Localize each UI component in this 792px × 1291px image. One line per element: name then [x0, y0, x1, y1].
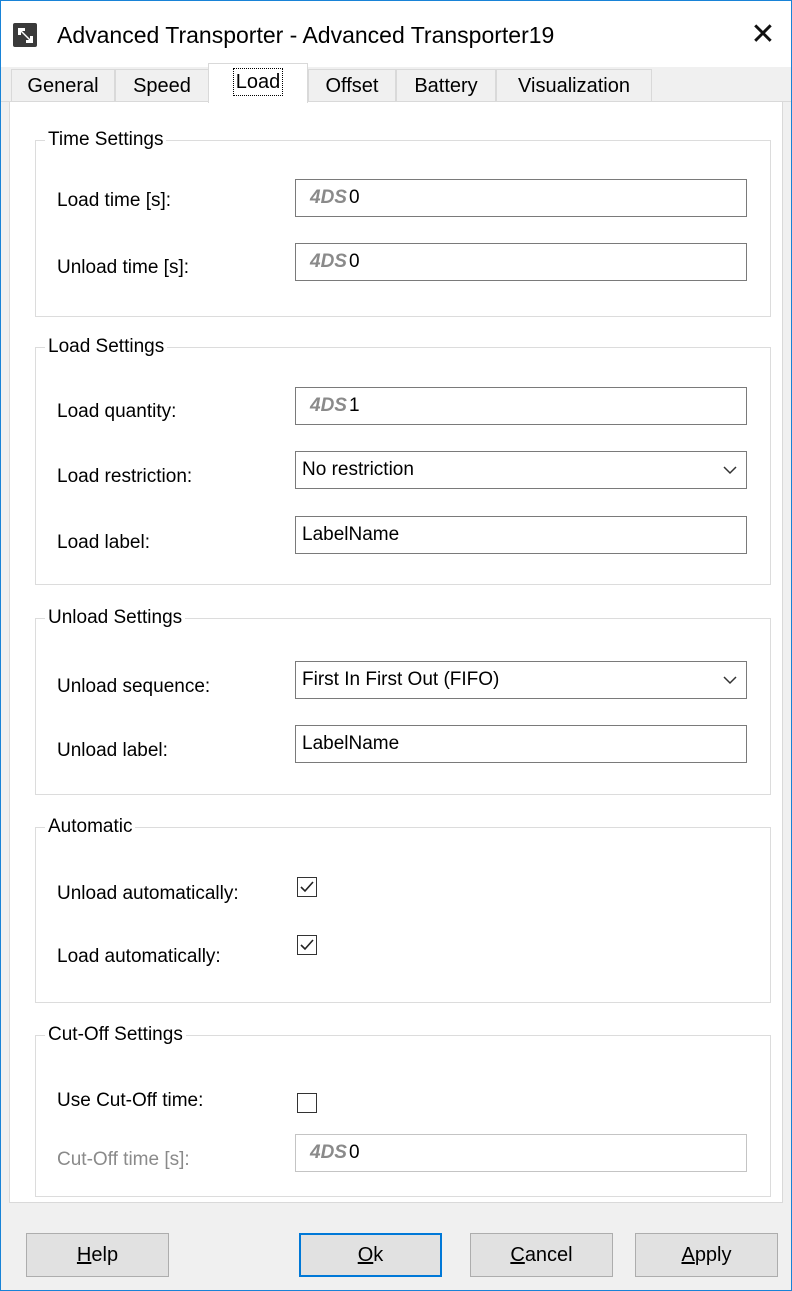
apply-button[interactable]: Apply [635, 1233, 778, 1277]
unload-sequence-select[interactable]: First In First Out (FIFO) [295, 661, 747, 699]
load-automatically-label: Load automatically: [57, 946, 221, 967]
checkmark-icon [300, 939, 314, 951]
time-settings-group [35, 140, 771, 317]
cutoff-time-value: 0 [348, 1142, 360, 1163]
unload-automatically-checkbox[interactable] [297, 877, 317, 897]
unload-time-value: 0 [348, 251, 360, 272]
cancel-button-rest: ancel [524, 1244, 573, 1266]
title-bar: Advanced Transporter - Advanced Transpor… [1, 1, 791, 67]
apply-mnemonic: A [681, 1244, 695, 1266]
unload-time-field[interactable]: 4DS 0 [295, 243, 747, 281]
unload-label-value: LabelName [302, 733, 400, 754]
apply-button-rest: pply [694, 1244, 732, 1266]
load-restriction-select[interactable]: No restriction [295, 451, 747, 489]
use-cutoff-checkbox[interactable] [297, 1093, 317, 1113]
load-time-label: Load time [s]: [57, 190, 172, 211]
load-time-value: 0 [348, 187, 360, 208]
load-restriction-label: Load restriction: [57, 466, 193, 487]
unload-settings-title: Unload Settings [45, 607, 186, 629]
ds-prefix: 4DS [310, 395, 347, 416]
load-label-field[interactable]: LabelName [295, 516, 747, 554]
automatic-title: Automatic [45, 816, 136, 838]
load-label-label: Load label: [57, 532, 150, 553]
time-settings-title: Time Settings [45, 129, 167, 151]
load-quantity-field[interactable]: 4DS 1 [295, 387, 747, 425]
ok-mnemonic: O [357, 1244, 374, 1266]
ok-button-rest: k [373, 1244, 384, 1266]
help-button[interactable]: Help [26, 1233, 169, 1277]
tab-load[interactable]: Load [208, 63, 308, 103]
tab-offset-label: Offset [325, 75, 379, 97]
cutoff-time-label: Cut-Off time [s]: [57, 1149, 190, 1170]
tab-general-label: General [27, 75, 99, 97]
ds-prefix: 4DS [310, 251, 347, 272]
tab-speed-label: Speed [133, 75, 191, 97]
ds-prefix: 4DS [310, 1142, 347, 1163]
cutoff-settings-group [35, 1035, 771, 1197]
tab-battery-label: Battery [414, 75, 478, 97]
transporter-app-icon [13, 23, 37, 47]
unload-label-field[interactable]: LabelName [295, 725, 747, 763]
tab-visualization-label: Visualization [518, 75, 630, 97]
help-button-rest: elp [91, 1244, 119, 1266]
unload-time-label: Unload time [s]: [57, 257, 189, 278]
cancel-mnemonic: C [510, 1244, 525, 1266]
tab-battery[interactable]: Battery [396, 69, 496, 101]
load-settings-title: Load Settings [45, 336, 168, 358]
cutoff-time-field: 4DS 0 [295, 1134, 747, 1172]
checkmark-icon [300, 881, 314, 893]
load-restriction-value: No restriction [302, 459, 414, 480]
help-mnemonic: H [76, 1244, 92, 1266]
chevron-down-icon [722, 452, 738, 488]
automatic-group [35, 827, 771, 1003]
close-icon[interactable]: ✕ [735, 15, 791, 55]
chevron-down-icon [722, 662, 738, 698]
tab-visualization[interactable]: Visualization [496, 69, 652, 101]
unload-automatically-label: Unload automatically: [57, 883, 239, 904]
unload-settings-group [35, 618, 771, 795]
dialog-window: Advanced Transporter - Advanced Transpor… [0, 0, 792, 1291]
cutoff-settings-title: Cut-Off Settings [45, 1024, 186, 1046]
tab-speed[interactable]: Speed [115, 69, 209, 101]
use-cutoff-label: Use Cut-Off time: [57, 1090, 204, 1111]
load-label-value: LabelName [302, 524, 400, 545]
load-quantity-value: 1 [348, 395, 360, 416]
ds-prefix: 4DS [310, 187, 347, 208]
unload-sequence-value: First In First Out (FIFO) [302, 669, 500, 690]
unload-label-label: Unload label: [57, 740, 168, 761]
window-title: Advanced Transporter - Advanced Transpor… [57, 22, 555, 48]
load-quantity-label: Load quantity: [57, 401, 177, 422]
load-automatically-checkbox[interactable] [297, 935, 317, 955]
tab-load-label: Load [232, 68, 284, 96]
tab-offset[interactable]: Offset [308, 69, 396, 101]
unload-sequence-label: Unload sequence: [57, 676, 211, 697]
tab-general[interactable]: General [11, 69, 115, 101]
ok-button[interactable]: Ok [299, 1233, 442, 1277]
load-time-field[interactable]: 4DS 0 [295, 179, 747, 217]
cancel-button[interactable]: Cancel [470, 1233, 613, 1277]
